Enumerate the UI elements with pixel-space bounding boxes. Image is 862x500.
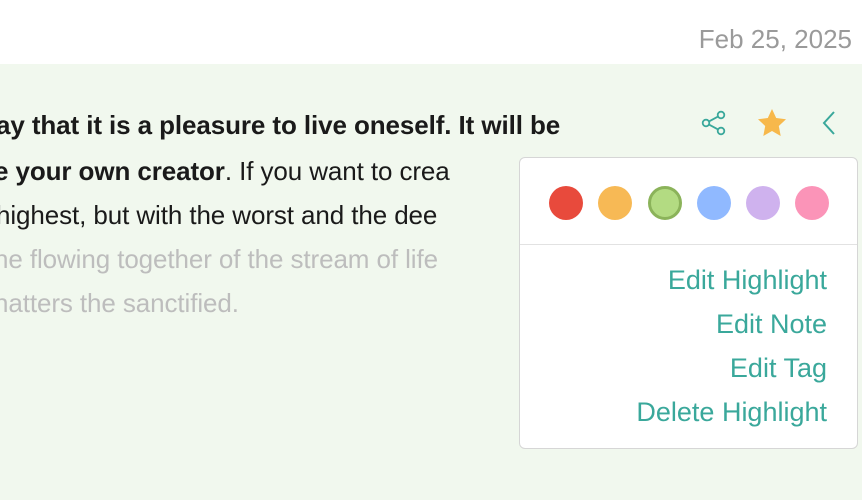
highlight-text-line-1: ay that it is a pleasure to live oneself… [0, 110, 560, 141]
highlight-text-line-3: highest, but with the worst and the dee [0, 200, 438, 230]
highlight-text-line-2: e your own creator. If you want to crea [0, 156, 450, 187]
color-swatch-green[interactable] [648, 186, 682, 220]
color-swatch-orange[interactable] [598, 186, 632, 220]
color-swatch-blue[interactable] [697, 186, 731, 220]
date-label: Feb 25, 2025 [698, 24, 852, 54]
collapse-button[interactable] [813, 106, 847, 140]
faded-text-line-4: he flowing together of the stream of lif… [0, 244, 438, 274]
star-icon [758, 109, 786, 136]
chevron-left-icon [822, 111, 835, 135]
highlight-text: . If you want to crea [224, 156, 450, 186]
color-swatch-row [520, 158, 857, 245]
color-swatch-pink[interactable] [795, 186, 829, 220]
edit-tag-button[interactable]: Edit Tag [730, 353, 827, 384]
color-swatch-red[interactable] [549, 186, 583, 220]
edit-highlight-button[interactable]: Edit Highlight [668, 265, 827, 296]
edit-note-button[interactable]: Edit Note [716, 309, 827, 340]
favorite-button[interactable] [755, 106, 789, 140]
highlight-bold-text: e your own creator [0, 156, 225, 186]
faded-text-line-5: natters the sanctified. [0, 288, 239, 318]
highlight-menu-popup: Edit Highlight Edit Note Edit Tag Delete… [519, 157, 858, 449]
delete-highlight-button[interactable]: Delete Highlight [636, 397, 827, 428]
share-icon [701, 110, 726, 136]
share-button[interactable] [697, 106, 731, 140]
highlight-bold-text: ay that it is a pleasure to live oneself… [0, 110, 561, 140]
color-swatch-purple[interactable] [746, 186, 780, 220]
